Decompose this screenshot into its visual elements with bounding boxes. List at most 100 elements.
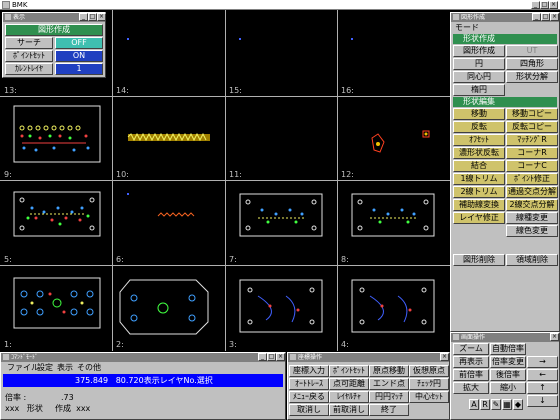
minimize-button[interactable]: _ <box>79 13 88 21</box>
offset-button[interactable]: ｵﾌｾｯﾄ <box>453 134 505 146</box>
menu-settings[interactable]: 設定 <box>37 363 53 373</box>
join-button[interactable]: 結合 <box>453 160 505 172</box>
move-copy-button[interactable]: 移動コピー <box>506 108 558 120</box>
exit-button[interactable]: 終了 <box>369 404 409 416</box>
tool-a-icon[interactable]: A <box>469 399 479 410</box>
maximize-button[interactable]: □ <box>267 353 276 361</box>
next-zoom-button[interactable]: 後倍率 <box>490 369 526 381</box>
origin-move-button[interactable]: 原点移動 <box>369 365 409 377</box>
area-delete-button[interactable]: 領域削除 <box>506 254 558 266</box>
search-value[interactable]: OFF <box>55 37 103 49</box>
shape-decompose-button[interactable]: 形状分解 <box>506 71 558 83</box>
move-button[interactable]: 移動 <box>453 108 505 120</box>
aux-line-convert-button[interactable]: 補助線変換 <box>453 199 505 211</box>
zoom-out-button[interactable]: 縮小 <box>490 382 526 394</box>
drawing-cell-10 <box>127 132 210 142</box>
menu-other[interactable]: その他 <box>77 363 101 373</box>
display-panel-titlebar[interactable]: 表示 _ □ × <box>3 13 106 22</box>
arrow-left-button[interactable]: ← <box>527 369 558 381</box>
circle-button[interactable]: 円 <box>453 58 505 70</box>
close-button[interactable]: × <box>440 353 449 361</box>
coord-input-button[interactable]: 座標入力 <box>289 365 329 377</box>
end-point-button[interactable]: エンド点 <box>369 378 409 390</box>
point-set-value[interactable]: ON <box>55 50 103 62</box>
arrow-up-button[interactable]: ↑ <box>527 382 558 394</box>
virtual-origin-button[interactable]: 仮想原点 <box>409 365 449 377</box>
menu-back-button[interactable]: ﾒﾆｭｰ戻る <box>289 391 329 403</box>
matching-r-button[interactable]: ﾏｯﾁﾝｸﾞR <box>506 134 558 146</box>
tool-palette-icon[interactable]: ◆ <box>513 399 523 410</box>
layer-modify-button[interactable]: レイヤ修正 <box>453 212 505 224</box>
pass-point-split-button[interactable]: 通過交点分解 <box>506 186 558 198</box>
shape-create-button[interactable]: 図形作成 <box>453 45 505 57</box>
two-line-intersect-split-button[interactable]: 2線交点分解 <box>506 199 558 211</box>
coord-input-titlebar[interactable]: 座標操作 × <box>288 353 449 362</box>
tool-pencil-icon[interactable]: ✎ <box>491 399 501 410</box>
prev-zoom-button[interactable]: 前倍率 <box>453 369 489 381</box>
arrow-down-button[interactable]: ↓ <box>527 395 558 407</box>
undo-button[interactable]: 取消し <box>289 404 329 416</box>
search-button[interactable]: サーチ <box>5 37 53 49</box>
corner-c-button[interactable]: コーナC <box>506 160 558 172</box>
zoom-button[interactable]: ズーム <box>453 343 489 355</box>
line-type-change-button[interactable]: 線種変更 <box>506 212 558 224</box>
mirror-button[interactable]: 反転 <box>453 121 505 133</box>
center-set-button[interactable]: 中心ｾｯﾄ <box>409 391 449 403</box>
zoom-in-button[interactable]: 拡大 <box>453 382 489 394</box>
point-set-button[interactable]: ﾎﾟｲﾝﾄｾｯﾄ <box>5 50 53 62</box>
drawing-cell-7 <box>239 193 323 237</box>
drawing-cell-2 <box>119 279 209 335</box>
mirror-copy-button[interactable]: 反転コピー <box>506 121 558 133</box>
shape-value: 作成 xxx <box>55 404 91 413</box>
coord-input-panel: 座標操作 × 座標入力 ﾎﾟｲﾝﾄｾｯﾄ 原点移動 仮想原点 ｵｰﾄﾄﾚｰｽ 点… <box>287 352 450 420</box>
shape-delete-button[interactable]: 図形削除 <box>453 254 505 266</box>
arrow-right-button[interactable]: → <box>527 356 558 368</box>
concentric-circle-button[interactable]: 同心円 <box>453 71 505 83</box>
point-distance-button[interactable]: 点可距離 <box>329 378 369 390</box>
circle-match-button[interactable]: 円円ﾏｯﾁ <box>369 391 409 403</box>
close-button[interactable]: × <box>97 13 106 21</box>
point-set-button[interactable]: ﾎﾟｲﾝﾄｾｯﾄ <box>329 365 369 377</box>
drawing-cell-9 <box>13 105 101 163</box>
minimize-button[interactable]: _ <box>531 1 540 9</box>
minimize-button[interactable]: _ <box>532 13 541 21</box>
panel-icon <box>5 14 11 20</box>
auto-trace-button[interactable]: ｵｰﾄﾄﾚｰｽ <box>289 378 329 390</box>
line-color-change-button[interactable]: 線色変更 <box>506 225 558 237</box>
close-button[interactable]: × <box>550 13 559 21</box>
shape-create-button[interactable]: 図形作成 <box>5 24 103 36</box>
zoom-change-button[interactable]: 倍率変更 <box>490 356 526 368</box>
maximize-button[interactable]: □ <box>541 13 550 21</box>
tool-r-icon[interactable]: R <box>480 399 490 410</box>
ut-button[interactable]: UT <box>506 45 558 57</box>
current-layer-value[interactable]: 1 <box>55 63 103 75</box>
ellipse-button[interactable]: 楕円 <box>453 84 505 96</box>
layer-match-button[interactable]: ﾚｲﾔﾙﾁｬ <box>329 391 369 403</box>
close-button[interactable]: × <box>276 353 285 361</box>
shape-panel-titlebar[interactable]: 図形作成 _ □ × <box>451 13 559 22</box>
menu-file[interactable]: ファイル <box>7 363 39 373</box>
screen-panel-titlebar[interactable]: 画面操作 × <box>451 333 559 342</box>
tool-grid-icon[interactable]: ▦ <box>502 399 512 410</box>
rectangle-button[interactable]: 四角形 <box>506 58 558 70</box>
two-line-trim-button[interactable]: 2線トリム <box>453 186 505 198</box>
maximize-button[interactable]: □ <box>540 1 549 9</box>
minimize-button[interactable]: _ <box>258 353 267 361</box>
menu-view[interactable]: 表示 <box>57 363 73 373</box>
shape-reverse-button[interactable]: 濃形状反転 <box>453 147 505 159</box>
point-modify-button[interactable]: ﾎﾟｲﾝﾄ修正 <box>506 173 558 185</box>
undo-prev-button[interactable]: 前取消し <box>329 404 369 416</box>
auto-zoom-button[interactable]: 自動倍率 <box>490 343 526 355</box>
current-layer-button[interactable]: ｶﾚﾝﾄﾚｲﾔ <box>5 63 53 75</box>
redraw-button[interactable]: 再表示 <box>453 356 489 368</box>
shape-panel: 図形作成 _ □ × モード 形状作成 図形作成 UT 円 四角形 同心円 形状… <box>450 12 560 332</box>
maximize-button[interactable]: □ <box>88 13 97 21</box>
close-button[interactable]: × <box>550 333 559 341</box>
check-circle-button[interactable]: ﾁｪｯｸ円 <box>409 378 449 390</box>
corner-r-button[interactable]: コーナR <box>506 147 558 159</box>
one-line-trim-button[interactable]: 1線トリム <box>453 173 505 185</box>
command-panel: ｺﾏﾝﾄﾞﾓｰﾄﾞ _ □ × ファイル 設定 表示 その他 375.849 8… <box>0 352 286 420</box>
command-panel-titlebar[interactable]: ｺﾏﾝﾄﾞﾓｰﾄﾞ _ □ × <box>1 353 285 362</box>
close-button[interactable]: × <box>549 1 558 9</box>
section-shape-create: 形状作成 <box>453 34 557 44</box>
